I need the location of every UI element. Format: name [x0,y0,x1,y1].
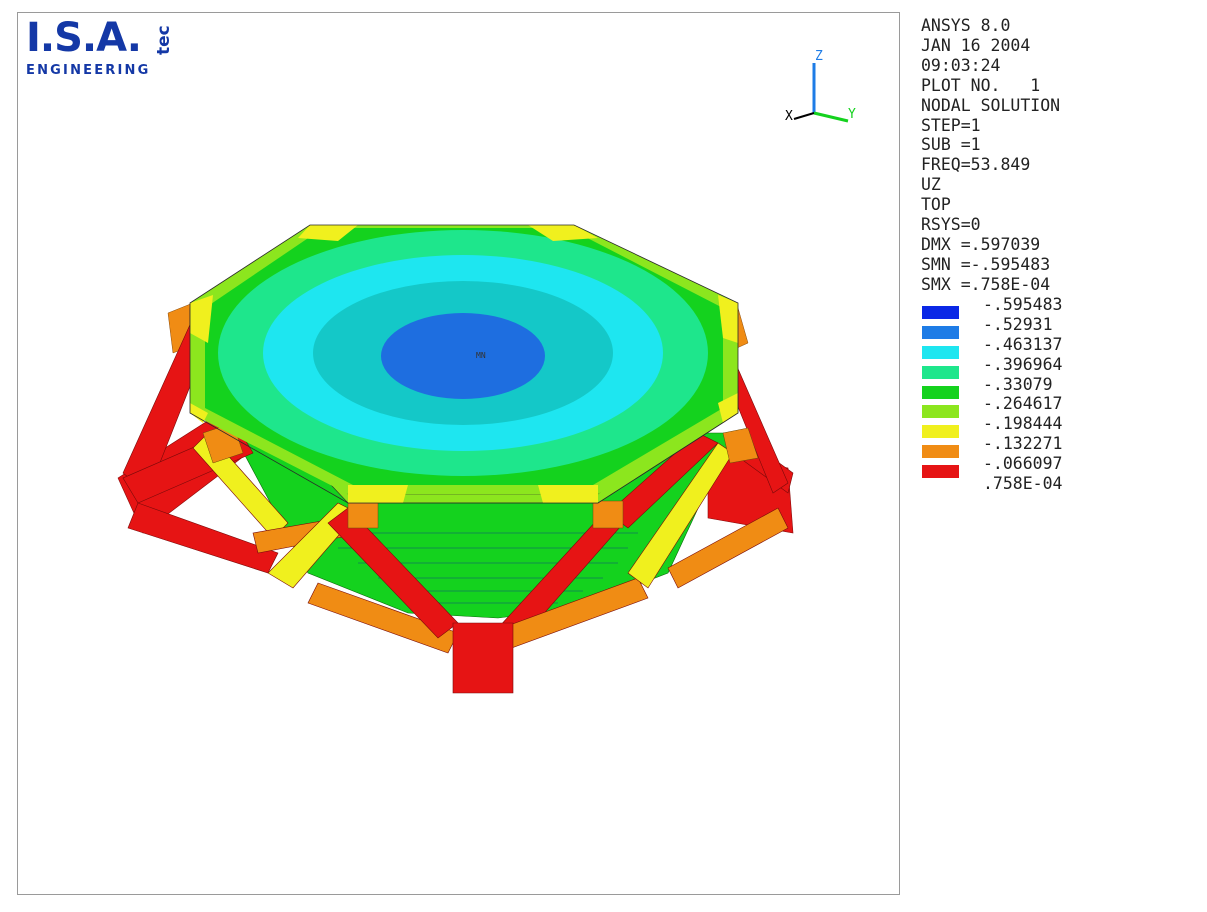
legend-row: -.132271 [921,434,1201,459]
legend-row: -.595483 [921,295,1201,319]
info-line: 09:03:24 [921,55,1001,75]
info-line: TOP [921,195,951,215]
info-line: UZ [921,175,941,195]
info-line: ANSYS 8.0 [921,16,1011,35]
fem-contour-model: MN [117,224,794,694]
info-line: RSYS=0 [921,215,981,235]
legend-row: -.52931 [921,314,1201,339]
legend-row: -.33079 [921,374,1201,399]
legend-value: -.198444 [983,414,1063,434]
info-line: PLOT NO. 1 [921,75,1041,95]
legend-row: -.396964 [921,354,1201,379]
info-line: DMX =.597039 [921,234,1041,254]
legend-value: -.463137 [983,334,1063,354]
triad-y-label: Y [848,107,856,122]
legend-value: -.595483 [983,295,1063,314]
info-line: SMX =.758E-04 [921,274,1051,294]
legend-value: -.396964 [983,354,1063,374]
ansys-info-panel: ANSYS 8.0 JAN 16 2004 09:03:24 PLOT NO. 1 NO… [921,16,1201,295]
min-marker: MN [476,351,486,360]
legend-value: .758E-04 [983,474,1063,494]
info-line: FREQ=53.849 [921,155,1031,175]
axis-triad: Z Y X [778,49,868,129]
legend-value: -.066097 [983,454,1063,474]
legend-row: -.264617 [921,394,1201,419]
legend-row: .758E-04 [921,474,1201,494]
legend-row: -.066097 [921,454,1201,479]
legend-value: -.264617 [983,394,1063,414]
legend-row: -.198444 [921,414,1201,439]
legend-value: -.33079 [983,374,1053,394]
legend-value: -.52931 [983,314,1053,334]
legend-row: -.463137 [921,334,1201,359]
info-line: SMN =-.595483 [921,254,1051,274]
contour-legend: -.595483 -.52931 -.463137 -.396964 -.33079 -.… [921,295,1201,494]
legend-value: -.132271 [983,434,1063,454]
info-line: NODAL SOLUTION [921,95,1061,115]
triad-x-label: X [785,109,793,124]
plot-viewport: I.S.A. tec ENGINEERING MN Z Y X [17,12,900,895]
triad-z-label: Z [815,49,823,64]
info-line: SUB =1 [921,135,981,155]
info-line: STEP=1 [921,115,981,135]
info-line: JAN 16 2004 [921,35,1031,55]
